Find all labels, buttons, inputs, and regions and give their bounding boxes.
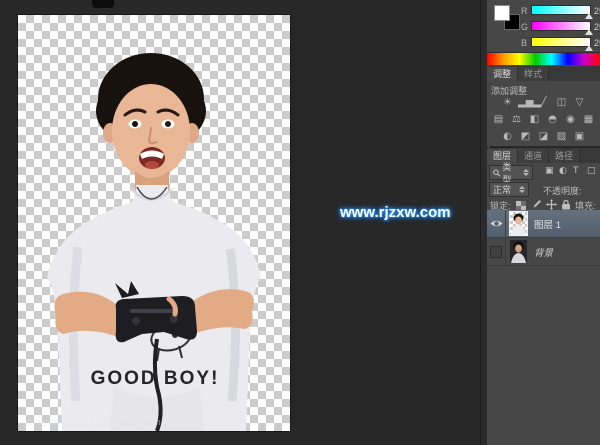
green-slider-handle[interactable] bbox=[585, 29, 593, 35]
red-value: 255 bbox=[594, 6, 600, 16]
tab-adjustments[interactable]: 调整 bbox=[487, 67, 518, 81]
visibility-toggle[interactable] bbox=[487, 210, 506, 237]
filter-adjustment-layers-icon[interactable]: ◐ bbox=[559, 166, 567, 176]
filter-pixel-layers-icon[interactable]: ▣ bbox=[545, 166, 554, 176]
blue-value: 255 bbox=[594, 38, 600, 48]
search-icon bbox=[493, 169, 500, 177]
curves-icon[interactable]: ╱ bbox=[536, 96, 551, 109]
layer-name[interactable]: 背景 bbox=[534, 245, 553, 259]
visibility-toggle[interactable] bbox=[487, 238, 506, 265]
green-value: 255 bbox=[594, 22, 600, 32]
foreground-color-swatch[interactable] bbox=[494, 5, 510, 21]
layer-thumbnail[interactable] bbox=[510, 212, 527, 235]
invert-icon[interactable]: ◐ bbox=[500, 130, 515, 143]
layers-panel: 图层 通道 路径 类型 ▣ ◐ T □ 正常 不透明度: 锁定: bbox=[487, 148, 600, 445]
blend-mode-dropdown[interactable]: 正常 bbox=[489, 182, 529, 197]
document-canvas[interactable]: GOOD BOY! © sydneisajoker.flicker.com bbox=[18, 15, 290, 431]
eye-icon bbox=[490, 219, 503, 228]
blue-slider-handle[interactable] bbox=[585, 45, 593, 51]
color-balance-icon[interactable]: ⚖ bbox=[509, 113, 524, 126]
blend-mode-value: 正常 bbox=[493, 183, 511, 196]
green-slider[interactable] bbox=[531, 21, 591, 31]
levels-icon[interactable]: ▂▅▂ bbox=[518, 96, 533, 109]
brightness-contrast-icon[interactable]: ☀ bbox=[500, 96, 515, 109]
opacity-label: 不透明度: bbox=[543, 184, 582, 197]
photoshop-window: GOOD BOY! © sydneisajoker.flicker.com ww… bbox=[0, 0, 600, 445]
black-white-icon[interactable]: ◧ bbox=[527, 113, 542, 126]
filter-shape-layers-icon[interactable]: □ bbox=[587, 166, 596, 176]
photo-credit-watermark: © sydneisajoker.flicker.com bbox=[26, 417, 290, 427]
tab-paths[interactable]: 路径 bbox=[549, 149, 580, 163]
vibrance-icon[interactable]: ▽ bbox=[572, 96, 587, 109]
channel-mixer-icon[interactable]: ◉ bbox=[563, 113, 578, 126]
chevron-updown-icon bbox=[519, 186, 525, 193]
tab-styles[interactable]: 样式 bbox=[518, 67, 549, 81]
site-watermark: www.rjzxw.com bbox=[340, 204, 451, 221]
layer-filter-dropdown[interactable]: 类型 bbox=[489, 165, 533, 180]
color-spectrum-ramp[interactable] bbox=[487, 52, 600, 65]
eye-hidden-icon bbox=[490, 246, 502, 258]
cutout-photo: GOOD BOY! bbox=[18, 15, 290, 431]
red-slider[interactable] bbox=[531, 5, 591, 15]
color-lookup-icon[interactable]: ▦ bbox=[581, 113, 596, 126]
shirt-text: GOOD BOY! bbox=[91, 368, 220, 389]
red-channel-label: R bbox=[521, 6, 528, 16]
blue-slider[interactable] bbox=[531, 37, 591, 47]
window-edge-artifact bbox=[92, 0, 114, 8]
layer-thumbnail[interactable] bbox=[510, 240, 527, 263]
tab-channels[interactable]: 通道 bbox=[518, 149, 549, 163]
photo-filter-icon[interactable]: ◓ bbox=[545, 113, 560, 126]
selective-color-icon[interactable]: ▣ bbox=[572, 130, 587, 143]
exposure-icon[interactable]: ◫ bbox=[554, 96, 569, 109]
blue-channel-label: B bbox=[521, 38, 527, 48]
hue-saturation-icon[interactable]: ▤ bbox=[491, 113, 506, 126]
posterize-icon[interactable]: ◩ bbox=[518, 130, 533, 143]
chevron-updown-icon bbox=[523, 169, 529, 176]
threshold-icon[interactable]: ◪ bbox=[536, 130, 551, 143]
layer-name[interactable]: 图层 1 bbox=[534, 217, 561, 231]
red-slider-handle[interactable] bbox=[585, 13, 593, 19]
layer-row-background[interactable]: 背景 bbox=[487, 238, 600, 266]
adjustments-panel: 调整 样式 添加调整 ☀ ▂▅▂ ╱ ◫ ▽ ▤ ⚖ ◧ ◓ ◉ ▦ ◐ ◩ ◪… bbox=[487, 66, 600, 146]
layer-row-layer1[interactable]: 图层 1 bbox=[487, 210, 600, 238]
green-channel-label: G bbox=[521, 22, 528, 32]
gradient-map-icon[interactable]: ▨ bbox=[554, 130, 569, 143]
filter-type-layers-icon[interactable]: T bbox=[573, 166, 579, 176]
